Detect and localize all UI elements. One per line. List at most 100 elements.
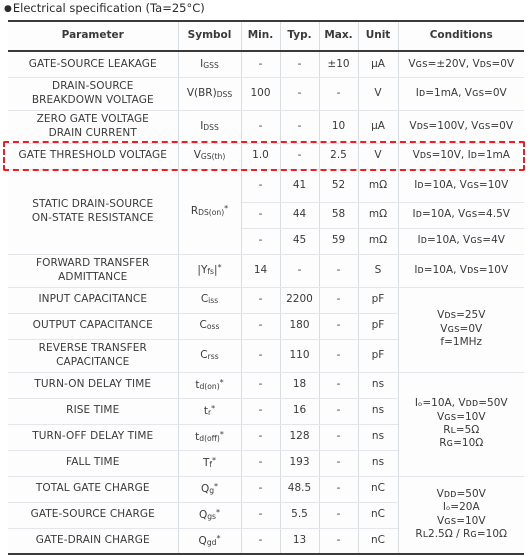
conditions-line: Vɢs=0V bbox=[440, 322, 483, 335]
cell-max: - bbox=[318, 371, 359, 399]
cell-min: - bbox=[240, 423, 281, 451]
cell-symbol: VGS(th) bbox=[177, 142, 242, 170]
cell-max: - bbox=[318, 527, 359, 555]
symbol-subscript: DSS bbox=[216, 89, 233, 99]
symbol-base: Q bbox=[198, 534, 207, 547]
cell-unit: mΩ bbox=[357, 227, 399, 255]
parameter-line: STATIC DRAIN-SOURCE bbox=[32, 198, 154, 211]
parameter-line: INPUT CAPACITANCE bbox=[38, 293, 148, 306]
table-row: FORWARD TRANSFER ADMITTANCE |Yfs|* 14- - S Iᴅ=… bbox=[8, 253, 524, 288]
conditions-line: Iₒ=10A, Vᴅᴅ=50V bbox=[414, 397, 508, 410]
table-row: GATE THRESHOLD VOLTAGE VGS(th) 1.0-2.5 V Vᴅs… bbox=[8, 142, 524, 170]
header-typ: Typ. bbox=[279, 21, 320, 52]
symbol-base: C bbox=[200, 348, 208, 361]
cell-parameter: GATE THRESHOLD VOLTAGE bbox=[8, 142, 179, 170]
table-row: GATE-SOURCE LEAKAGE IGSS - - ±10 μA Vɢs=±20V, … bbox=[8, 50, 524, 78]
cell-symbol: |Yfs|* bbox=[177, 253, 242, 288]
cell-max: - bbox=[318, 253, 359, 288]
cell-parameter: TURN-ON DELAY TIME bbox=[8, 371, 179, 399]
symbol-subscript: rss bbox=[207, 351, 219, 361]
conditions-line: Vɢs=10V bbox=[436, 410, 486, 423]
cell-typ: 5.5 bbox=[279, 501, 320, 529]
cell-symbol: Coss bbox=[177, 312, 242, 340]
conditions-line: Vᴅs=10V, Iᴅ=1mA bbox=[412, 149, 510, 162]
conditions-line: Rʟ=5Ω bbox=[443, 424, 480, 436]
conditions-line: Iᴅ=1mA, Vɢs=0V bbox=[415, 86, 507, 99]
cell-parameter: GATE-SOURCE LEAKAGE bbox=[8, 50, 179, 78]
cell-max: 52 bbox=[318, 168, 359, 203]
cell-min: 14 bbox=[240, 253, 281, 288]
table-row: DRAIN-SOURCE BREAKDOWN VOLTAGE V(BR)DSS 100… bbox=[8, 76, 524, 111]
table-row: TURN-ON DELAY TIME td(on)* -18- ns Iₒ=10A, V… bbox=[8, 371, 524, 477]
header-unit: Unit bbox=[357, 21, 399, 52]
cell-conditions: Vᴅs=10V, Iᴅ=1mA bbox=[397, 142, 524, 170]
cell-symbol: RDS(on)* bbox=[177, 168, 242, 255]
cell-unit: ns bbox=[357, 371, 399, 399]
symbol-subscript: oss bbox=[206, 322, 220, 332]
cell-conditions: Iᴅ=10A, Vᴅs=10V bbox=[397, 253, 524, 288]
conditions-line: Iₒ=20A bbox=[442, 501, 480, 514]
bullet-icon: ● bbox=[4, 4, 12, 14]
cell-typ: 41 bbox=[279, 168, 320, 203]
symbol-subscript: iss bbox=[208, 296, 219, 306]
symbol-asterisk: * bbox=[211, 403, 216, 413]
conditions-line: Rʟ2.5Ω / Rɢ=10Ω bbox=[415, 528, 508, 541]
parameter-line: ON-STATE RESISTANCE bbox=[31, 211, 154, 224]
parameter-line: DRAIN-SOURCE bbox=[52, 80, 134, 93]
cell-max: - bbox=[318, 423, 359, 451]
cell-parameter: ZERO GATE VOLTAGE DRAIN CURRENT bbox=[8, 109, 179, 144]
electrical-specification-table: Parameter Symbol Min. Typ. Max. Unit Con… bbox=[8, 20, 524, 555]
cell-parameter: TURN-OFF DELAY TIME bbox=[8, 423, 179, 451]
parameter-line: GATE-SOURCE CHARGE bbox=[30, 508, 155, 521]
conditions-line: Vɢs=10V bbox=[436, 514, 486, 527]
cell-conditions: Iᴅ=10A, Vɢs=10V bbox=[397, 168, 524, 203]
cell-parameter: DRAIN-SOURCE BREAKDOWN VOLTAGE bbox=[8, 76, 179, 111]
cell-typ: 128 bbox=[279, 423, 320, 451]
cell-symbol: Qg* bbox=[177, 475, 242, 503]
symbol-base: Q bbox=[198, 508, 208, 521]
cell-typ: 180 bbox=[279, 312, 320, 340]
cell-min: - bbox=[240, 475, 281, 503]
cell-min: - bbox=[240, 449, 281, 477]
cell-symbol: IGSS bbox=[177, 50, 242, 78]
cell-unit: nC bbox=[357, 475, 399, 503]
cell-min: - bbox=[241, 227, 281, 255]
symbol-asterisk: * bbox=[216, 533, 221, 543]
cell-unit: μA bbox=[357, 109, 399, 144]
parameter-line: ZERO GATE VOLTAGE bbox=[36, 113, 149, 126]
parameter-line: GATE-SOURCE LEAKAGE bbox=[28, 57, 157, 70]
cell-unit: ns bbox=[357, 449, 398, 477]
parameter-line: DRAIN CURRENT bbox=[48, 126, 137, 139]
cell-min: - bbox=[240, 397, 281, 425]
header-max: Max. bbox=[318, 21, 359, 52]
parameter-line: FORWARD TRANSFER bbox=[36, 257, 150, 270]
cell-min: - bbox=[240, 312, 281, 340]
cell-typ: 48.5 bbox=[279, 475, 320, 503]
cell-typ: 44 bbox=[279, 201, 320, 229]
symbol-asterisk: * bbox=[216, 507, 221, 517]
cell-symbol: td(off)* bbox=[177, 423, 242, 451]
cell-max: - bbox=[318, 312, 359, 340]
cell-max: - bbox=[318, 501, 359, 529]
parameter-line: GATE THRESHOLD VOLTAGE bbox=[18, 149, 167, 162]
conditions-line: Iᴅ=10A, Vɢs=4.5V bbox=[412, 208, 510, 221]
cell-min: - bbox=[240, 286, 281, 314]
cell-min: - bbox=[240, 338, 281, 373]
cell-typ: 193 bbox=[279, 449, 320, 477]
cell-symbol: V(BR)DSS bbox=[177, 76, 242, 111]
table-row: STATIC DRAIN-SOURCE ON-STATE RESISTANCE RD… bbox=[8, 168, 524, 255]
table-body: GATE-SOURCE LEAKAGE IGSS - - ±10 μA Vɢs=±20V, … bbox=[8, 50, 524, 555]
cell-parameter: GATE-SOURCE CHARGE bbox=[8, 501, 179, 529]
spec-sheet-page: ●Electrical specification (Ta=25°C) Para… bbox=[0, 0, 530, 557]
cell-min: - bbox=[240, 109, 281, 144]
cell-min: - bbox=[240, 527, 281, 555]
cell-unit: ns bbox=[357, 397, 398, 425]
cell-max: - bbox=[318, 76, 359, 111]
cell-min: - bbox=[240, 371, 281, 399]
parameter-line: OUTPUT CAPACITANCE bbox=[32, 319, 153, 332]
conditions-line: Iᴅ=10A, Vɢs=4V bbox=[417, 234, 505, 247]
cell-max: - bbox=[318, 449, 359, 477]
cell-symbol: Crss bbox=[177, 338, 242, 373]
cell-conditions: Iᴅ=10A, Vɢs=4V bbox=[397, 227, 524, 255]
cell-parameter: GATE-DRAIN CHARGE bbox=[8, 527, 179, 555]
